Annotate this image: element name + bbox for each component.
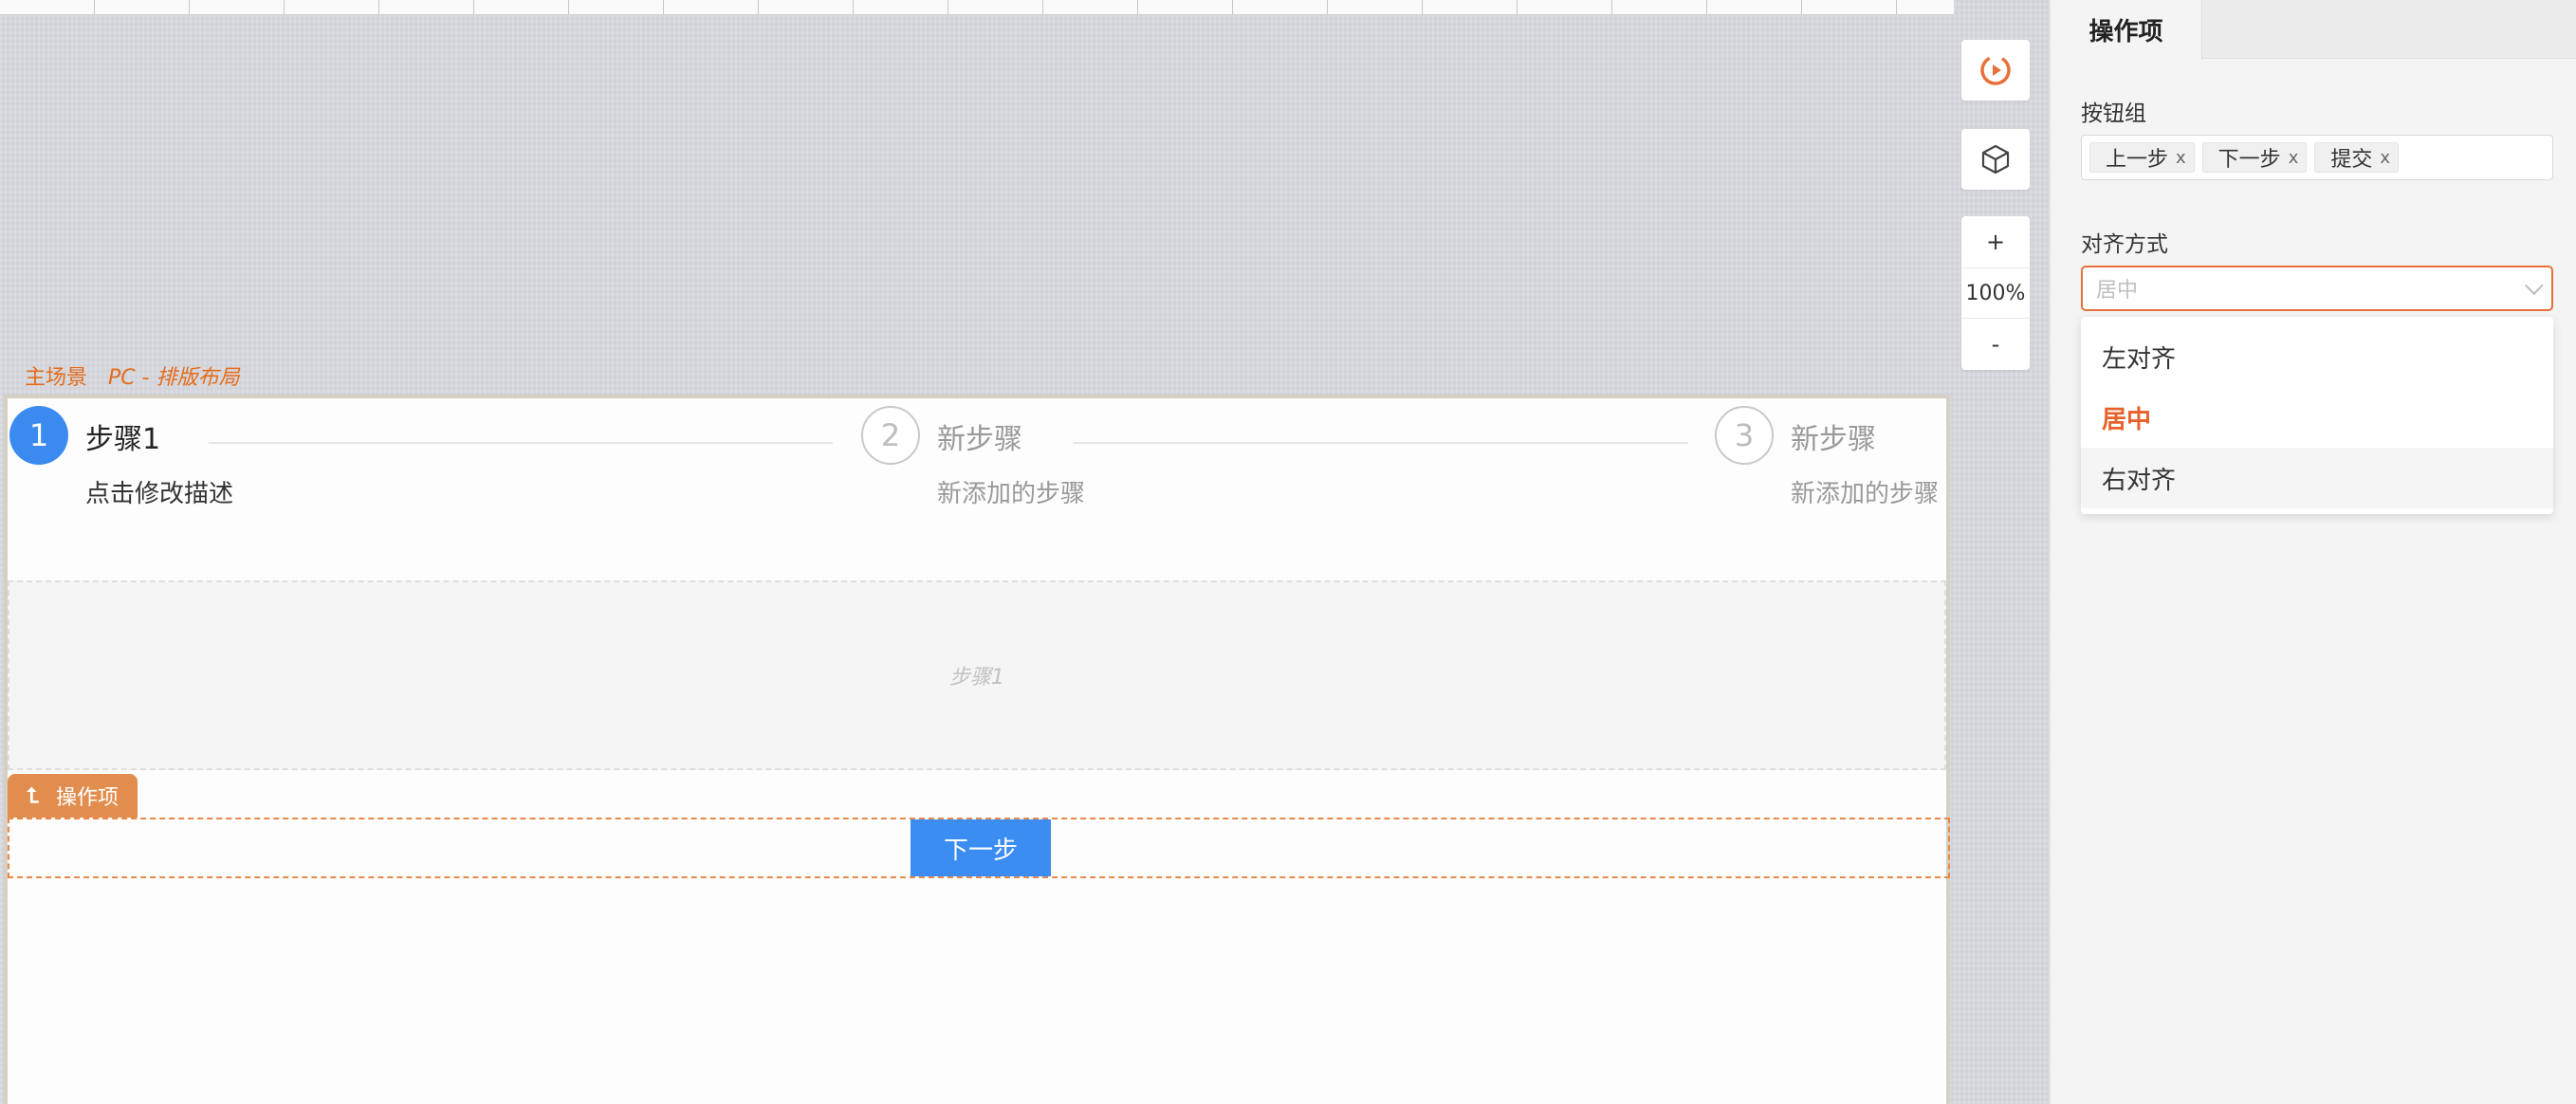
step-2-number-circle: 2: [861, 406, 920, 465]
step-3-number-circle: 3: [1715, 406, 1774, 465]
step-1-title[interactable]: 步骤1: [85, 415, 160, 457]
align-select[interactable]: 居中: [2081, 266, 2553, 311]
component-button[interactable]: [1961, 129, 2030, 190]
scene-sublabel: PC - 排版布局: [108, 366, 240, 390]
step-connector-2: [1074, 442, 1688, 444]
align-select-value: 居中: [2096, 279, 2139, 303]
align-option-right[interactable]: 右对齐: [2081, 448, 2553, 508]
step-content-area[interactable]: 步骤1: [8, 580, 1946, 770]
step-2-title[interactable]: 新步骤: [937, 415, 1022, 457]
chevron-down-icon: [2524, 276, 2544, 296]
close-icon[interactable]: x: [2289, 148, 2299, 168]
align-option-center[interactable]: 居中: [2081, 387, 2553, 448]
next-step-button[interactable]: 下一步: [911, 819, 1051, 876]
align-label: 对齐方式: [2081, 232, 2168, 257]
step-content-placeholder: 步骤1: [949, 666, 1004, 690]
tab-operations[interactable]: 操作项: [2051, 0, 2202, 60]
zoom-control: + 100% -: [1961, 216, 2030, 370]
tag-label: 上一步: [2106, 148, 2169, 172]
close-icon[interactable]: x: [2176, 148, 2186, 168]
button-group-label: 按钮组: [2081, 101, 2146, 126]
zoom-out-button[interactable]: -: [1961, 319, 2030, 370]
align-dropdown: 左对齐 居中 右对齐: [2081, 317, 2553, 514]
step-2-description[interactable]: 新添加的步骤: [937, 474, 1085, 509]
stage[interactable]: 1 步骤1 点击修改描述 2 新步骤 新添加的步骤 3 新步骤 新添加的步骤 步…: [4, 395, 1950, 1104]
scene-label: 主场景 PC - 排版布局: [25, 360, 240, 391]
zoom-in-button[interactable]: +: [1961, 216, 2030, 267]
step-3-description[interactable]: 新添加的步骤: [1791, 474, 1939, 509]
canvas-area[interactable]: 主场景 PC - 排版布局 1 步骤1 点击修改描述 2 新步骤 新添加的步骤 …: [0, 0, 2049, 1104]
button-group-select[interactable]: 上一步 x 下一步 x 提交 x: [2081, 135, 2553, 180]
cube-icon: [1981, 144, 2010, 175]
step-3-title[interactable]: 新步骤: [1791, 415, 1876, 457]
return-up-icon: ⮤: [27, 783, 39, 808]
button-group-tag: 上一步 x: [2089, 142, 2195, 173]
operations-tag-label: 操作项: [55, 786, 119, 810]
operations-container[interactable]: 下一步: [8, 818, 1950, 878]
button-group-tag: 提交 x: [2314, 142, 2400, 173]
align-option-left[interactable]: 左对齐: [2081, 326, 2553, 387]
scene-name: 主场景: [25, 366, 88, 390]
tag-label: 下一步: [2217, 148, 2281, 172]
preview-button[interactable]: [1961, 40, 2030, 101]
operations-tag[interactable]: ⮤ 操作项: [8, 774, 138, 818]
close-icon[interactable]: x: [2380, 148, 2390, 168]
button-group-tag: 下一步 x: [2201, 142, 2308, 173]
step-connector-1: [209, 442, 833, 444]
panel-tab-bar: 操作项: [2051, 0, 2576, 60]
properties-panel: 操作项 按钮组 上一步 x 下一步 x 提交 x 对齐方式 居中 左对齐 居中 …: [2049, 0, 2576, 1104]
step-1-description[interactable]: 点击修改描述: [85, 474, 233, 509]
step-1-number-circle: 1: [9, 406, 68, 465]
zoom-level: 100%: [1961, 267, 2030, 319]
play-circle-icon: [1980, 55, 2011, 85]
tag-label: 提交: [2330, 148, 2373, 172]
top-ruler: [0, 0, 1954, 15]
